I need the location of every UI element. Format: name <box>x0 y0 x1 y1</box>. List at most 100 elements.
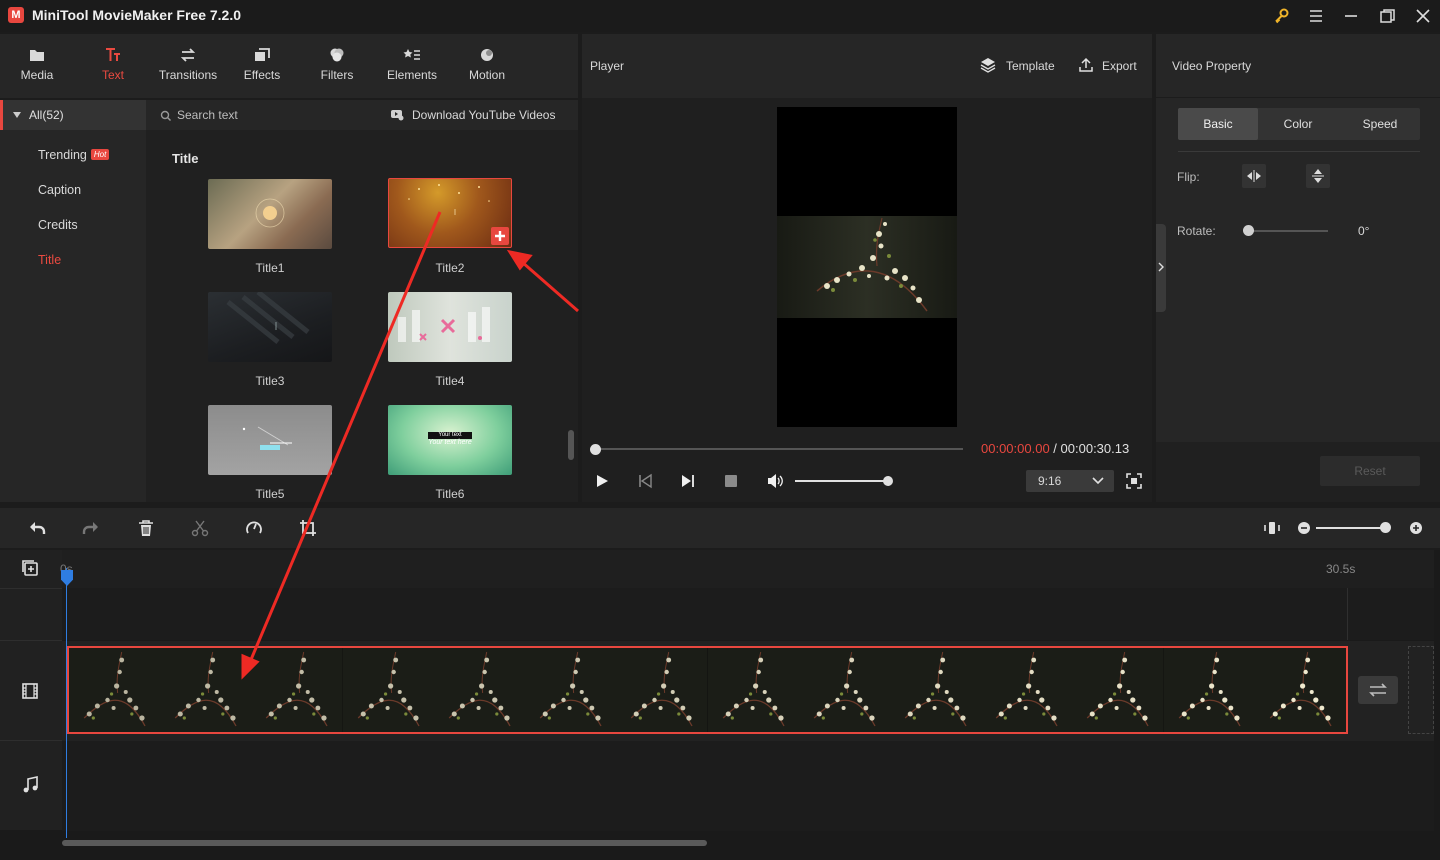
fullscreen-icon[interactable] <box>1126 473 1142 489</box>
template-button[interactable]: Template <box>980 56 1060 76</box>
tab-media[interactable]: Media <box>4 34 70 98</box>
title2-label: Title2 <box>435 261 465 275</box>
add-track-icon[interactable] <box>21 559 39 577</box>
flip-vertical-button[interactable] <box>1306 164 1330 188</box>
zoom-slider-handle[interactable] <box>1380 522 1391 533</box>
flower-branch-image <box>816 217 928 312</box>
rotate-label: Rotate: <box>1177 224 1216 238</box>
title6-thumbnail[interactable]: Your text Your text here <box>388 405 512 475</box>
tab-color[interactable]: Color <box>1258 108 1338 140</box>
playback-progress-track[interactable] <box>595 448 963 450</box>
split-scissors-icon[interactable] <box>191 519 209 537</box>
crop-icon[interactable] <box>299 519 317 537</box>
title4-label: Title4 <box>435 374 465 388</box>
flip-label: Flip: <box>1177 170 1200 184</box>
minimize-icon[interactable] <box>1341 6 1361 26</box>
tab-speed[interactable]: Speed <box>1340 108 1420 140</box>
delete-icon[interactable] <box>137 519 155 537</box>
flip-vertical-icon <box>1312 169 1324 183</box>
undo-icon[interactable] <box>28 519 46 537</box>
elements-icon <box>403 49 420 60</box>
playhead-line <box>66 568 67 838</box>
key-icon[interactable] <box>1272 6 1292 26</box>
tab-transitions-label: Transitions <box>158 68 218 82</box>
library-scrollbar[interactable] <box>568 430 574 460</box>
title-bar: M MiniTool MovieMaker Free 7.2.0 <box>0 0 1440 32</box>
track-divider <box>0 588 62 589</box>
property-title: Video Property <box>1172 59 1252 73</box>
speed-icon[interactable] <box>245 519 263 537</box>
export-icon <box>1079 57 1093 72</box>
zoom-in-icon[interactable] <box>1409 521 1423 535</box>
title3-thumbnail[interactable] <box>208 292 332 362</box>
panel-collapse-handle[interactable] <box>1156 224 1166 312</box>
clip-frame-thumbnail <box>525 648 617 732</box>
volume-slider-handle[interactable] <box>883 476 893 486</box>
tab-elements-label: Elements <box>386 68 438 82</box>
category-caption[interactable]: Caption <box>38 183 81 197</box>
time-readout: 00:00:00.00 / 00:00:30.13 <box>981 441 1129 456</box>
rotate-value: 0° <box>1358 224 1370 238</box>
export-label: Export <box>1102 59 1137 73</box>
title4-thumbnail[interactable] <box>388 292 512 362</box>
category-all[interactable]: All(52) <box>0 100 146 130</box>
title2-thumbnail[interactable] <box>388 178 512 248</box>
close-icon[interactable] <box>1413 6 1433 26</box>
tab-motion[interactable]: Motion <box>455 34 519 98</box>
timeline-ruler[interactable]: 0s 30.5s <box>60 550 1434 588</box>
zoom-fit-icon[interactable] <box>1263 519 1281 537</box>
title1-thumbnail[interactable] <box>208 179 332 249</box>
rotate-slider-handle[interactable] <box>1243 225 1254 236</box>
category-trending[interactable]: Trending Hot <box>38 148 110 162</box>
media-toolbar: Media Text Transitions Effects Filters E… <box>0 34 578 98</box>
category-credits[interactable]: Credits <box>38 218 78 232</box>
title1-preview <box>255 198 285 228</box>
aspect-ratio-select[interactable]: 9:16 <box>1026 470 1114 492</box>
stop-icon[interactable] <box>724 474 738 488</box>
tab-effects[interactable]: Effects <box>230 34 294 98</box>
add-clip-slot[interactable] <box>1408 646 1434 734</box>
category-title[interactable]: Title <box>38 253 61 267</box>
video-frame <box>777 216 957 318</box>
total-time: 00:00:30.13 <box>1060 441 1130 456</box>
redo-icon[interactable] <box>82 519 100 537</box>
tab-filters[interactable]: Filters <box>305 34 369 98</box>
transition-swap-button[interactable] <box>1358 676 1398 704</box>
export-button[interactable]: Export <box>1078 56 1142 76</box>
title5-thumbnail[interactable] <box>208 405 332 475</box>
play-icon[interactable] <box>594 473 610 489</box>
previous-frame-icon[interactable] <box>637 473 653 489</box>
clip-frame-thumbnail <box>889 648 982 732</box>
text-icon <box>106 48 120 61</box>
zoom-slider-track[interactable] <box>1316 527 1388 529</box>
title5-label: Title5 <box>255 487 285 501</box>
overlay-track[interactable] <box>62 588 1434 640</box>
tab-basic[interactable]: Basic <box>1178 108 1258 140</box>
title6-label: Title6 <box>435 487 465 501</box>
chevron-down-icon <box>1092 477 1104 485</box>
next-frame-icon[interactable] <box>680 473 696 489</box>
tab-transitions[interactable]: Transitions <box>150 34 226 98</box>
flip-horizontal-button[interactable] <box>1242 164 1266 188</box>
reset-button[interactable]: Reset <box>1320 456 1420 486</box>
search-input[interactable]: Search text <box>177 108 238 122</box>
maximize-icon[interactable] <box>1377 6 1397 26</box>
app-logo-icon: M <box>8 7 24 23</box>
volume-slider-track[interactable] <box>795 480 888 482</box>
volume-icon[interactable] <box>766 473 784 489</box>
tab-elements[interactable]: Elements <box>378 34 446 98</box>
layers-icon <box>980 58 996 73</box>
menu-icon[interactable] <box>1306 6 1326 26</box>
tab-text[interactable]: Text <box>80 34 146 98</box>
download-youtube-button[interactable]: Download YouTube Videos <box>412 108 555 122</box>
add-to-timeline-button[interactable] <box>491 227 509 245</box>
rotate-slider-track[interactable] <box>1248 230 1328 232</box>
chevron-right-icon <box>1158 262 1164 272</box>
timeline-scrollbar[interactable] <box>62 840 707 846</box>
zoom-out-icon[interactable] <box>1297 521 1311 535</box>
playback-progress-handle[interactable] <box>590 444 601 455</box>
audio-track[interactable] <box>62 741 1434 831</box>
plus-icon <box>495 231 505 241</box>
category-all-label: All(52) <box>29 108 64 122</box>
video-clip[interactable] <box>67 646 1348 734</box>
